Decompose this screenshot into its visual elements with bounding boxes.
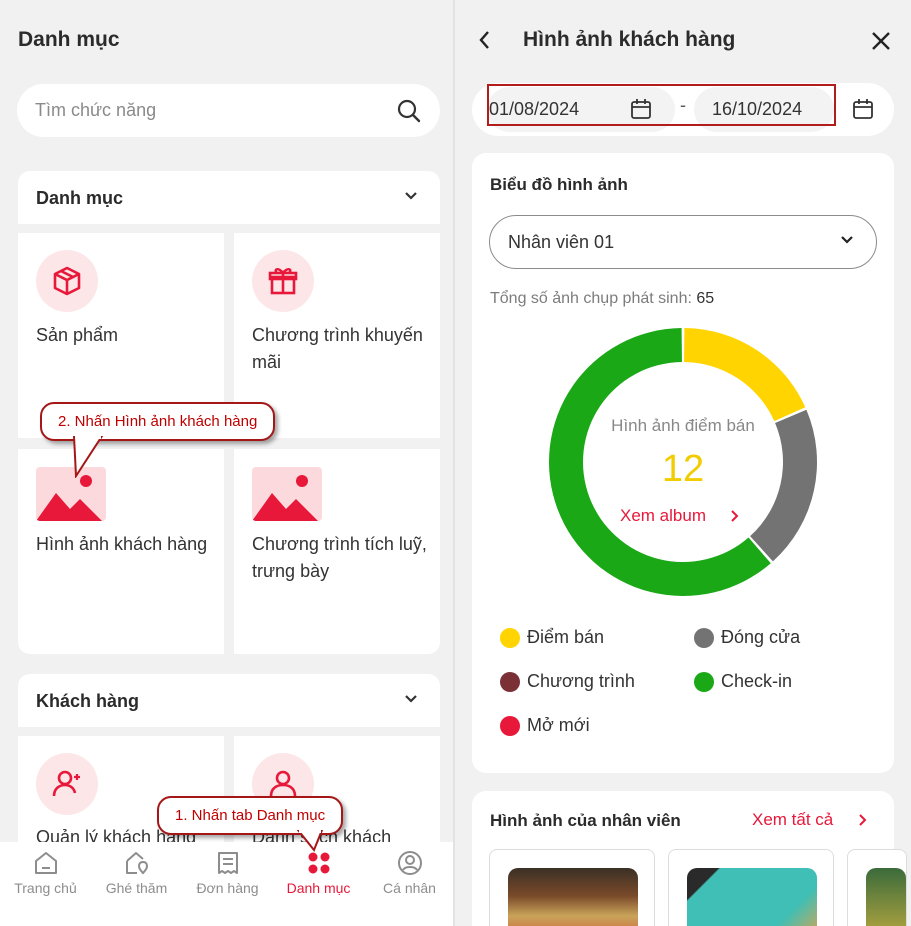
back-icon[interactable] — [477, 29, 493, 51]
section-title: Khách hàng — [36, 691, 140, 711]
callout-pointer — [72, 436, 104, 478]
tile-label: Hình ảnh khách hàng — [36, 534, 208, 554]
category-panel: Danh mục Tìm chức năng Danh mục Sản phẩm — [0, 0, 455, 926]
legend-label: Điểm bán — [527, 627, 605, 647]
center-label: Hình ảnh điểm bán — [611, 416, 755, 435]
chevron-down-icon — [405, 192, 417, 200]
staff-photo-thumb[interactable] — [668, 849, 834, 926]
nav-label: Trang chủ — [14, 880, 77, 896]
highlight-box — [487, 84, 836, 126]
page-title: Hình ảnh khách hàng — [523, 28, 736, 51]
nav-trang-chu[interactable]: Trang chủ — [0, 842, 91, 926]
card-title: Hình ảnh của nhân viên — [490, 811, 681, 830]
nav-label: Cá nhân — [383, 880, 436, 896]
visit-icon — [126, 852, 149, 875]
see-all-label: Xem tất cả — [752, 810, 834, 829]
center-value: 12 — [661, 448, 705, 490]
total-label: Tổng số ảnh chụp phát sinh: — [490, 290, 692, 307]
legend-label: Mở mới — [527, 715, 590, 735]
search-icon[interactable] — [396, 98, 422, 124]
total-photos: Tổng số ảnh chụp phát sinh: 65 — [490, 290, 714, 308]
nav-don-hang[interactable]: Đơn hàng — [182, 842, 273, 926]
tile-label: Chương trình tích luỹ, trưng bày — [252, 534, 427, 581]
gift-icon — [252, 250, 314, 312]
chevron-down-icon — [841, 236, 853, 244]
chart-card: Biểu đồ hình ảnh Nhân viên 01 Tổng số ản… — [472, 153, 894, 773]
legend-label: Đóng cửa — [721, 627, 801, 647]
staff-photo-thumb[interactable] — [847, 849, 907, 926]
add-user-icon — [36, 753, 98, 815]
nav-label: Ghé thăm — [105, 880, 168, 896]
box-icon — [36, 250, 98, 312]
home-icon — [35, 852, 57, 874]
legend-swatch — [500, 672, 520, 692]
image-icon — [252, 467, 322, 521]
store-shelf-photo — [508, 868, 638, 926]
staff-photo-thumb[interactable] — [489, 849, 655, 926]
see-all-link[interactable]: Xem tất cả — [752, 810, 867, 830]
tile-label: Chương trình khuyến mãi — [252, 325, 423, 372]
search-input[interactable]: Tìm chức năng — [17, 84, 440, 137]
donut-slice-0 — [684, 328, 806, 422]
legend-swatch — [500, 716, 520, 736]
staff-images-card: Hình ảnh của nhân viên Xem tất cả — [472, 791, 907, 926]
chevron-down-icon — [405, 695, 417, 703]
promo-poster-photo — [687, 868, 817, 926]
nav-danh-muc[interactable]: Danh mục — [273, 842, 364, 926]
photo — [866, 868, 906, 926]
customer-images-panel: Hình ảnh khách hàng 01/08/2024 - 16/10/2… — [455, 0, 911, 926]
section-header-danh-muc[interactable]: Danh mục — [18, 171, 440, 224]
tile-label: Sản phẩm — [36, 325, 119, 345]
close-icon[interactable] — [870, 30, 892, 52]
profile-icon — [398, 851, 422, 875]
view-album-link[interactable]: Xem album — [620, 506, 760, 526]
legend-label: Check-in — [721, 671, 793, 691]
page-title: Danh mục — [18, 28, 120, 51]
callout-pointer — [296, 830, 324, 852]
legend-swatch — [500, 628, 520, 648]
selected-employee: Nhân viên 01 — [508, 232, 615, 252]
category-icon — [308, 852, 330, 874]
nav-label: Danh mục — [286, 880, 351, 896]
legend-label: Chương trình — [527, 671, 635, 691]
nav-ghe-tham[interactable]: Ghé thăm — [91, 842, 182, 926]
section-header-khach-hang[interactable]: Khách hàng — [18, 674, 440, 727]
tile-chuong-trinh-tich-luy[interactable]: Chương trình tích luỹ, trưng bày — [234, 449, 440, 654]
search-placeholder: Tìm chức năng — [35, 100, 157, 120]
card-title: Biểu đồ hình ảnh — [490, 175, 628, 194]
legend-swatch — [694, 628, 714, 648]
section-title: Danh mục — [36, 188, 124, 208]
bottom-nav: Trang chủ Ghé thăm Đơn hàng Danh mục Cá … — [0, 842, 455, 926]
employee-select[interactable]: Nhân viên 01 — [489, 215, 877, 269]
nav-ca-nhan[interactable]: Cá nhân — [364, 842, 455, 926]
order-icon — [218, 852, 238, 874]
legend-swatch — [694, 672, 714, 692]
chevron-right-icon — [731, 510, 739, 522]
total-value: 65 — [696, 290, 715, 307]
tile-hinh-anh-khach-hang[interactable]: Hình ảnh khách hàng — [18, 449, 224, 654]
calendar-icon[interactable] — [852, 98, 874, 120]
nav-label: Đơn hàng — [196, 880, 259, 896]
view-album-label: Xem album — [620, 506, 706, 525]
chevron-right-icon — [859, 814, 867, 826]
